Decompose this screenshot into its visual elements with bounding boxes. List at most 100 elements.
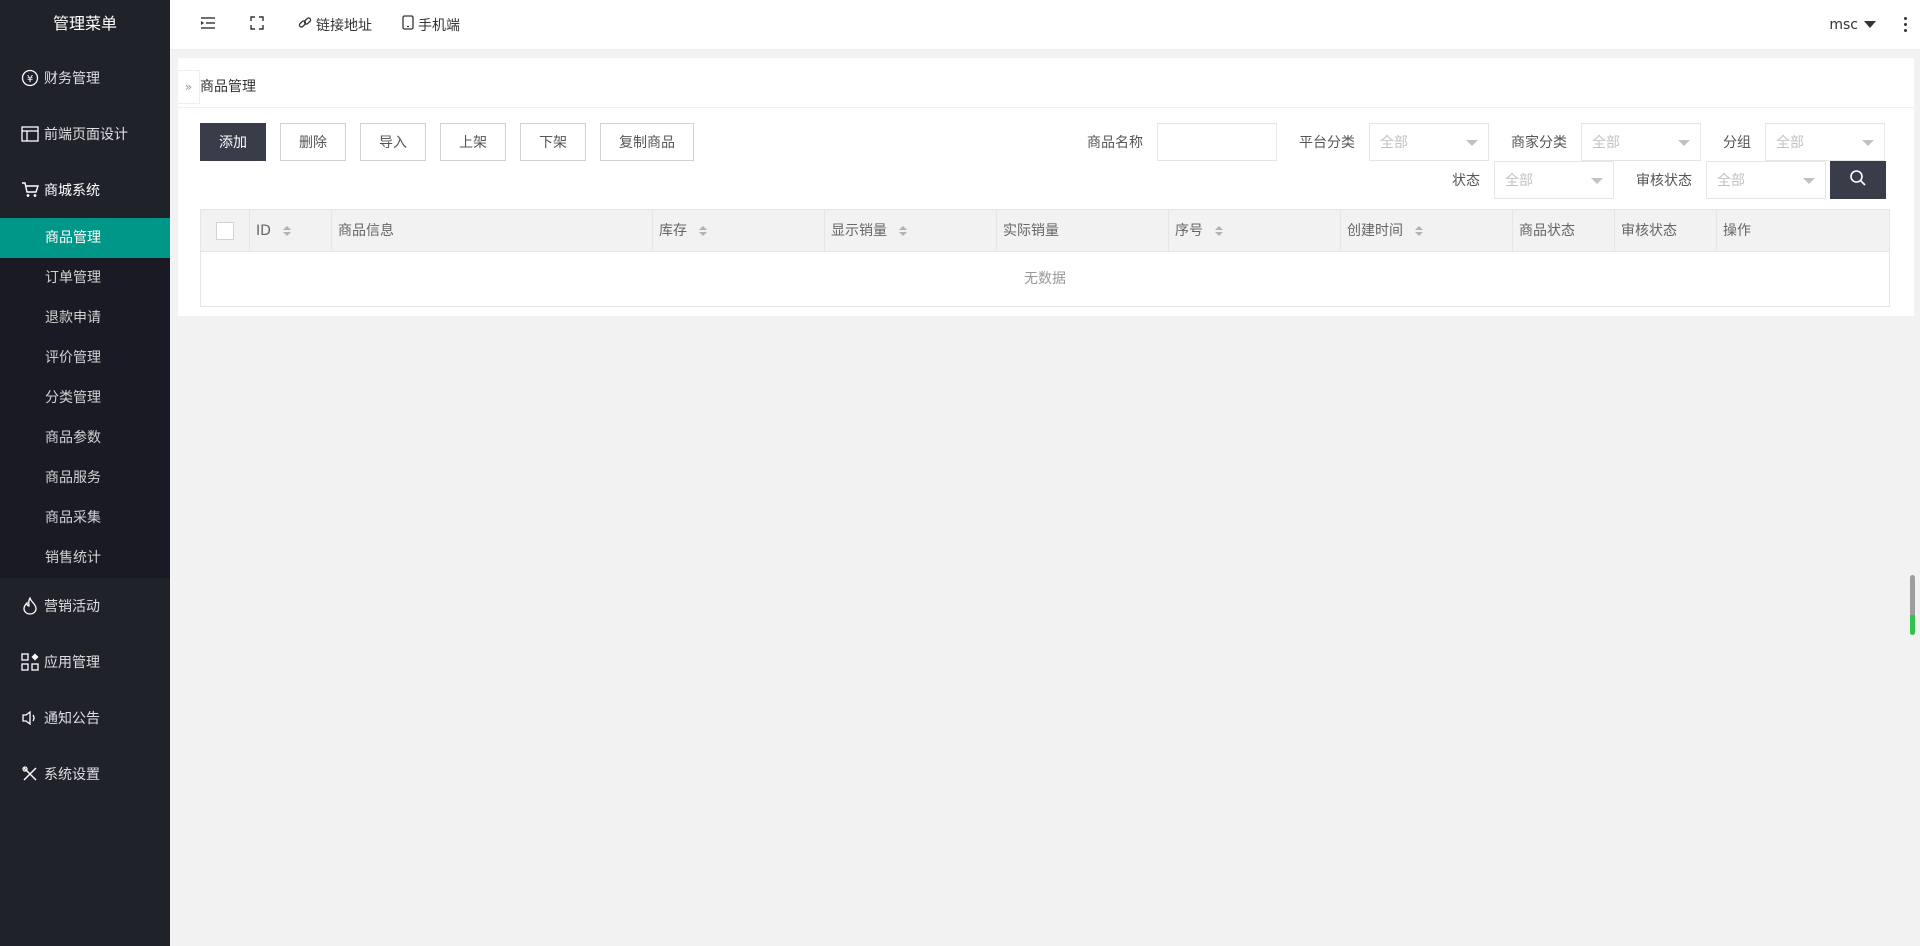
menu-fold-icon bbox=[200, 16, 220, 34]
sort-asc-arrow bbox=[899, 226, 907, 230]
sidebar-group-finance[interactable]: ¥ 财务管理 bbox=[0, 50, 170, 106]
chevron-down-icon bbox=[1803, 178, 1815, 184]
audit-status-label: 审核状态 bbox=[1636, 173, 1692, 189]
column-product-status: 商品状态 bbox=[1513, 210, 1615, 252]
column-sort-order-label: 序号 bbox=[1175, 223, 1203, 239]
speaker-icon bbox=[20, 708, 40, 728]
audit-status-value: 全部 bbox=[1717, 173, 1745, 189]
sidebar-item-product-collect[interactable]: 商品采集 bbox=[0, 498, 170, 538]
header-right: msc bbox=[1815, 0, 1920, 50]
sidebar-item-categories[interactable]: 分类管理 bbox=[0, 378, 170, 418]
sort-icon[interactable] bbox=[1215, 226, 1223, 236]
mobile-icon bbox=[402, 15, 418, 34]
search-button[interactable] bbox=[1830, 161, 1886, 199]
layout-icon bbox=[20, 124, 40, 144]
sidebar-group-label: 系统设置 bbox=[44, 767, 100, 783]
status-select[interactable]: 全部 bbox=[1494, 161, 1614, 199]
platform-category-value: 全部 bbox=[1380, 135, 1408, 151]
sidebar-item-reviews[interactable]: 评价管理 bbox=[0, 338, 170, 378]
column-sort-order[interactable]: 序号 bbox=[1169, 210, 1341, 252]
sidebar-group-mall[interactable]: 商城系统 bbox=[0, 162, 170, 218]
column-display-sales[interactable]: 显示销量 bbox=[825, 210, 997, 252]
more-dot bbox=[1903, 17, 1907, 20]
sort-icon[interactable] bbox=[282, 226, 291, 236]
cart-icon bbox=[20, 180, 40, 200]
mobile-label: 手机端 bbox=[418, 17, 460, 34]
sidebar-group-notices[interactable]: 通知公告 bbox=[0, 690, 170, 746]
fire-icon bbox=[20, 596, 40, 616]
sidebar-item-product-management[interactable]: 商品管理 bbox=[0, 218, 170, 258]
sidebar-group-frontend-design[interactable]: 前端页面设计 bbox=[0, 106, 170, 162]
sort-icon[interactable] bbox=[1415, 226, 1423, 236]
svg-text:¥: ¥ bbox=[27, 74, 33, 85]
filter-row-2: 状态 全部 审核状态 全部 bbox=[1452, 161, 1886, 199]
column-actual-sales: 实际销量 bbox=[997, 210, 1169, 252]
fullscreen-button[interactable] bbox=[235, 0, 283, 50]
sidebar-group-label: 前端页面设计 bbox=[44, 127, 128, 143]
sidebar-group-settings[interactable]: 系统设置 bbox=[0, 746, 170, 802]
sort-icon[interactable] bbox=[899, 226, 907, 236]
sort-asc-arrow bbox=[1215, 226, 1223, 230]
column-actual-sales-label: 实际销量 bbox=[1003, 223, 1059, 239]
select-all-checkbox[interactable] bbox=[216, 222, 234, 240]
column-actions: 操作 bbox=[1717, 210, 1889, 252]
sidebar-group-marketing[interactable]: 营销活动 bbox=[0, 578, 170, 634]
product-name-label: 商品名称 bbox=[1087, 135, 1143, 151]
import-button[interactable]: 导入 bbox=[360, 123, 426, 161]
product-management-card: » 商品管理 添加 删除 导入 上架 下架 复制商品 商品名称 平台分类 全部 … bbox=[178, 58, 1914, 316]
more-dot bbox=[1903, 23, 1907, 26]
merchant-category-label: 商家分类 bbox=[1511, 135, 1567, 151]
shelve-button[interactable]: 上架 bbox=[440, 123, 506, 161]
column-created-time[interactable]: 创建时间 bbox=[1341, 210, 1513, 252]
action-toolbar: 添加 删除 导入 上架 下架 复制商品 bbox=[200, 123, 694, 161]
sort-asc-arrow bbox=[282, 226, 291, 230]
chevron-down-icon bbox=[1591, 178, 1603, 184]
sort-icon[interactable] bbox=[699, 226, 707, 236]
column-actions-label: 操作 bbox=[1723, 223, 1751, 239]
column-stock[interactable]: 库存 bbox=[653, 210, 825, 252]
user-menu[interactable]: msc bbox=[1815, 17, 1890, 33]
sort-asc-arrow bbox=[1415, 226, 1423, 230]
add-button[interactable]: 添加 bbox=[200, 123, 266, 161]
sidebar-group-label: 商城系统 bbox=[44, 183, 100, 199]
group-label: 分组 bbox=[1723, 135, 1751, 151]
more-menu-button[interactable] bbox=[1890, 0, 1920, 50]
audit-status-select[interactable]: 全部 bbox=[1706, 161, 1826, 199]
sidebar-group-apps[interactable]: 应用管理 bbox=[0, 634, 170, 690]
link-address-button[interactable]: 链接地址 bbox=[283, 0, 387, 50]
sort-desc-arrow bbox=[899, 232, 907, 236]
link-address-label: 链接地址 bbox=[316, 17, 372, 34]
sidebar-item-product-services[interactable]: 商品服务 bbox=[0, 458, 170, 498]
toggle-sidebar-button[interactable] bbox=[185, 0, 235, 50]
platform-category-select[interactable]: 全部 bbox=[1369, 123, 1489, 161]
merchant-category-select[interactable]: 全部 bbox=[1581, 123, 1701, 161]
fold-toggle[interactable]: » bbox=[178, 70, 200, 104]
merchant-category-value: 全部 bbox=[1592, 135, 1620, 151]
group-select[interactable]: 全部 bbox=[1765, 123, 1885, 161]
unshelve-button[interactable]: 下架 bbox=[520, 123, 586, 161]
delete-button[interactable]: 删除 bbox=[280, 123, 346, 161]
copy-product-button[interactable]: 复制商品 bbox=[600, 123, 694, 161]
sort-asc-arrow bbox=[699, 226, 707, 230]
mobile-button[interactable]: 手机端 bbox=[387, 0, 475, 50]
username: msc bbox=[1829, 16, 1858, 33]
sidebar-group-label: 营销活动 bbox=[44, 599, 100, 615]
sort-desc-arrow bbox=[282, 232, 291, 236]
column-product-status-label: 商品状态 bbox=[1519, 223, 1575, 239]
yen-icon: ¥ bbox=[20, 68, 40, 88]
sort-desc-arrow bbox=[699, 232, 707, 236]
sidebar-item-product-params[interactable]: 商品参数 bbox=[0, 418, 170, 458]
tools-icon bbox=[20, 764, 40, 784]
card-header: » 商品管理 bbox=[178, 58, 1914, 108]
fullscreen-icon bbox=[250, 15, 268, 34]
sidebar-item-sales-stats[interactable]: 销售统计 bbox=[0, 538, 170, 578]
filter-row-1: 商品名称 平台分类 全部 商家分类 全部 分组 全部 bbox=[1087, 123, 1885, 161]
column-id[interactable]: ID bbox=[250, 210, 332, 252]
top-header: 链接地址 手机端 msc bbox=[170, 0, 1920, 50]
sidebar-item-refunds[interactable]: 退款申请 bbox=[0, 298, 170, 338]
product-name-input[interactable] bbox=[1157, 123, 1277, 161]
sidebar-item-orders[interactable]: 订单管理 bbox=[0, 258, 170, 298]
sidebar-group-label: 应用管理 bbox=[44, 655, 100, 671]
chevron-down-icon bbox=[1862, 140, 1874, 146]
scroll-indicator[interactable] bbox=[1910, 575, 1915, 635]
